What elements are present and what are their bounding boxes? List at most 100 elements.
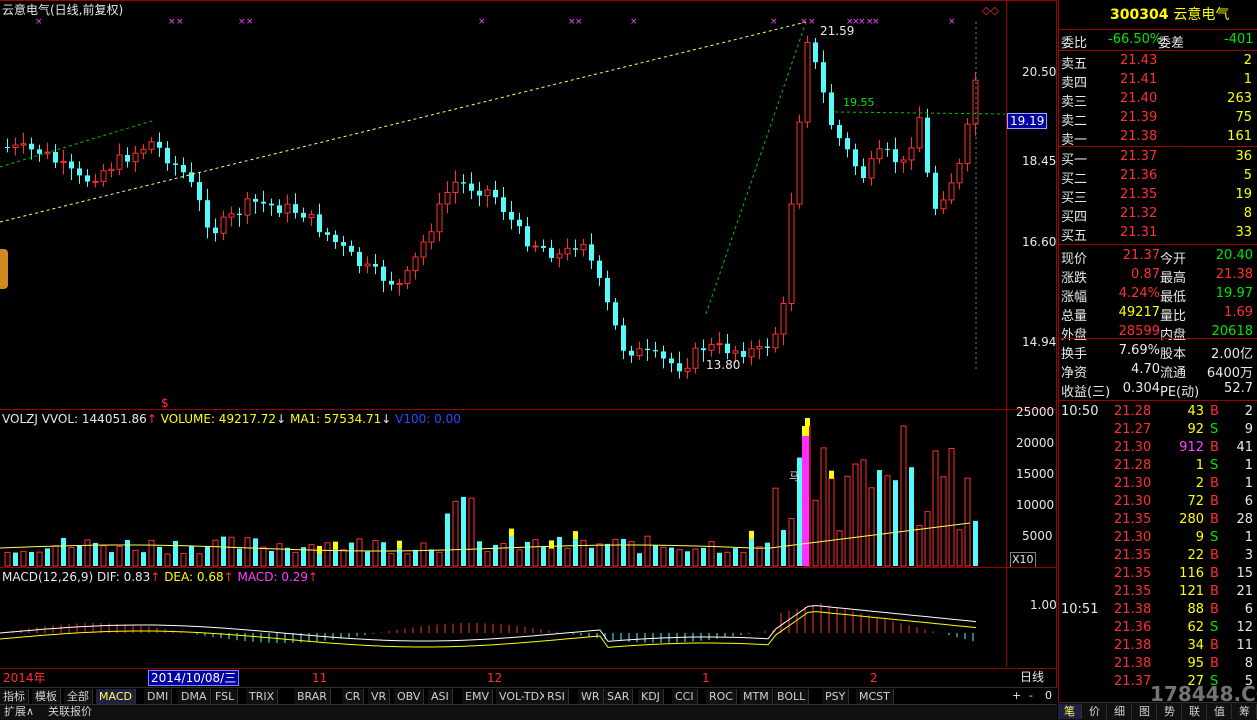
tick-row[interactable]: 10:50 21.28 43 B 2 — [1060, 403, 1256, 421]
volume-bar — [180, 552, 187, 567]
volume-bar — [100, 545, 107, 567]
indicator-tab-mtm[interactable]: MTM — [740, 689, 773, 704]
candlestick-chart[interactable]: × × × × × × × × × × × × ××× ×× × — [0, 2, 1005, 407]
indicator-tab-emv[interactable]: EMV — [462, 689, 493, 704]
tick-cell: 22 — [1187, 548, 1204, 563]
expand-link[interactable]: 扩展∧ — [4, 705, 34, 719]
volume-bar — [468, 497, 475, 567]
tick-row[interactable]: 21.35 116 B 15 — [1060, 565, 1256, 583]
volume-bar — [77, 545, 82, 566]
candle-body — [69, 161, 74, 169]
indicator-tab-指标[interactable]: 指标 — [0, 689, 29, 704]
indicator-tab-fsl[interactable]: FSL — [212, 689, 239, 704]
indicator-tab-vr[interactable]: VR — [368, 689, 391, 704]
candle-body — [325, 232, 330, 235]
indicator-tab-sar[interactable]: SAR — [604, 689, 634, 704]
ask-row[interactable]: 卖五 21.43 2 — [1060, 52, 1256, 72]
indicator-tab-vol-tdx[interactable]: VOL-TDX — [496, 689, 551, 704]
bid-row[interactable]: 买四 21.32 8 — [1060, 205, 1256, 225]
indicator-tab-dmi[interactable]: DMI — [144, 689, 173, 704]
stat-row: 涨跌 0.87 最高 21.38 — [1060, 266, 1256, 286]
volume-bar — [924, 511, 931, 567]
tick-row[interactable]: 21.38 34 B 11 — [1060, 637, 1256, 655]
stat-cell: 收益(三) — [1061, 385, 1111, 400]
dif-line — [0, 605, 977, 642]
ask-row[interactable]: 卖一 21.38 161 — [1060, 128, 1256, 148]
tick-cell: 6 — [1244, 494, 1253, 509]
stat-cell: 2.00亿 — [1211, 347, 1253, 362]
indicator-tab-macd[interactable]: MACD — [96, 689, 136, 704]
ask-row[interactable]: 卖二 21.39 75 — [1060, 109, 1256, 129]
indicator-tab-asi[interactable]: ASI — [428, 689, 453, 704]
tick-row[interactable]: 21.36 62 S 12 — [1060, 619, 1256, 637]
volume-chart[interactable] — [0, 400, 1005, 568]
volume-bar — [292, 551, 299, 567]
zoom-reset-button[interactable]: 0 — [1045, 689, 1052, 703]
tick-cell: 21.30 — [1114, 476, 1152, 491]
ask-row[interactable]: 卖四 21.41 1 — [1060, 71, 1256, 91]
indicator-tab-cci[interactable]: CCI — [672, 689, 698, 704]
zoom-in-button[interactable]: + — [1012, 689, 1021, 703]
volume-bar — [557, 536, 562, 566]
indicator-tab-roc[interactable]: ROC — [706, 689, 737, 704]
tick-row[interactable]: 21.28 1 S 1 — [1060, 457, 1256, 475]
panel-tab-1[interactable]: 价 — [1083, 704, 1107, 719]
indicator-tab-全部[interactable]: 全部 — [64, 689, 93, 704]
panel-tab-4[interactable]: 势 — [1158, 704, 1182, 719]
zoom-out-button[interactable]: - — [1029, 689, 1033, 703]
volume-bar — [669, 547, 674, 566]
candle-body — [597, 260, 602, 278]
vol-level-4: 10000 — [1016, 498, 1055, 512]
dea-line — [0, 611, 977, 648]
tick-cell: 15 — [1236, 566, 1253, 581]
period-label[interactable]: 日线 — [1020, 670, 1044, 684]
tick-cell: 21.30 — [1114, 494, 1152, 509]
bid-row[interactable]: 买五 21.31 33 — [1060, 224, 1256, 244]
indicator-tab-psy[interactable]: PSY — [822, 689, 850, 704]
macd-chart[interactable] — [0, 568, 1005, 668]
candle-body — [853, 149, 858, 167]
panel-tab-2[interactable]: 细 — [1108, 704, 1132, 719]
panel-tab-6[interactable]: 值 — [1208, 704, 1232, 719]
indicator-tab-dma[interactable]: DMA — [178, 689, 211, 704]
panel-tab-5[interactable]: 联 — [1183, 704, 1207, 719]
tick-row[interactable]: 21.30 72 B 6 — [1060, 493, 1256, 511]
tick-row[interactable]: 21.38 95 B 8 — [1060, 655, 1256, 673]
tick-cell: B — [1210, 566, 1219, 581]
tick-row[interactable]: 21.35 121 B 21 — [1060, 583, 1256, 601]
stat-cell: 量比 — [1160, 309, 1187, 324]
tick-row[interactable]: 21.35 280 B 28 — [1060, 511, 1256, 529]
tick-row[interactable]: 10:51 21.38 88 B 6 — [1060, 601, 1256, 619]
indicator-tab-rsi[interactable]: RSI — [544, 689, 569, 704]
indicator-tab-mcst[interactable]: MCST — [856, 689, 894, 704]
tick-row[interactable]: 21.30 2 B 1 — [1060, 475, 1256, 493]
diamond-icon[interactable]: ◇◇ — [982, 4, 999, 18]
scroll-left-handle[interactable] — [0, 249, 8, 289]
tick-row[interactable]: 21.35 22 B 3 — [1060, 547, 1256, 565]
tick-row[interactable]: 21.30 912 B 41 — [1060, 439, 1256, 457]
panel-tab-0[interactable]: 笔 — [1058, 704, 1082, 719]
bid-label: 买五 — [1061, 229, 1088, 244]
volume-bar — [349, 542, 354, 566]
panel-tab-7[interactable]: 筹 — [1233, 704, 1257, 719]
indicator-tab-模板[interactable]: 模板 — [32, 689, 61, 704]
indicator-tab-cr[interactable]: CR — [342, 689, 365, 704]
indicator-tab-brar[interactable]: BRAR — [294, 689, 331, 704]
indicator-tab-kdj[interactable]: KDJ — [638, 689, 664, 704]
bid-row[interactable]: 买一 21.37 36 — [1060, 148, 1256, 168]
ask-row[interactable]: 卖三 21.40 263 — [1060, 90, 1256, 110]
volume-highlight — [829, 470, 834, 479]
indicator-tab-trix[interactable]: TRIX — [246, 689, 279, 704]
bid-row[interactable]: 买三 21.35 19 — [1060, 186, 1256, 206]
tick-row[interactable]: 21.30 9 S 1 — [1060, 529, 1256, 547]
related-quote-link[interactable]: 关联报价 — [48, 705, 92, 719]
tick-row[interactable]: 21.27 92 S 9 — [1060, 421, 1256, 439]
indicator-tab-wr[interactable]: WR — [578, 689, 604, 704]
candle-body — [381, 266, 386, 281]
indicator-tab-obv[interactable]: OBV — [394, 689, 425, 704]
bid-row[interactable]: 买二 21.36 5 — [1060, 167, 1256, 187]
panel-tab-3[interactable]: 图 — [1133, 704, 1157, 719]
stat-cell: 49217 — [1118, 305, 1160, 320]
indicator-tab-boll[interactable]: BOLL — [774, 689, 810, 704]
stat-cell: 涨跌 — [1061, 271, 1088, 286]
